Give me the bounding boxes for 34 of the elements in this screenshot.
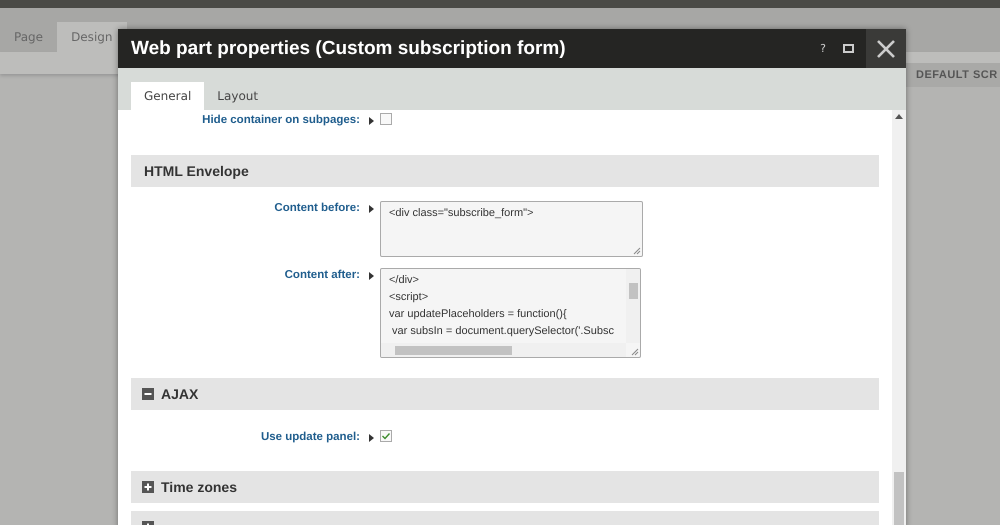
expand-icon[interactable] xyxy=(142,481,154,493)
scroll-thumb[interactable] xyxy=(894,472,904,525)
checkbox[interactable] xyxy=(380,113,392,125)
field-label: Content after: xyxy=(284,268,360,282)
scroll-up-icon[interactable] xyxy=(895,114,903,119)
category-title: Time zones xyxy=(161,479,237,495)
category-header[interactable]: HTML Envelope xyxy=(131,155,879,187)
category-title: HTML Envelope xyxy=(144,163,249,179)
text-area[interactable]: <div class="subscribe_form"> xyxy=(380,201,643,257)
dialog-tab[interactable]: General xyxy=(131,82,204,110)
field-label: Hide container on subpages: xyxy=(201,113,360,127)
resize-grip-icon[interactable] xyxy=(630,347,639,356)
category-header[interactable]: AJAX xyxy=(131,378,879,410)
expand-arrow-icon[interactable] xyxy=(369,272,374,280)
expand-arrow-icon[interactable] xyxy=(369,434,374,442)
close-icon[interactable] xyxy=(877,40,895,58)
resize-grip-icon[interactable] xyxy=(632,246,641,255)
collapse-icon[interactable] xyxy=(142,388,154,400)
help-button[interactable]: ? xyxy=(810,41,836,56)
checkbox[interactable] xyxy=(380,430,392,442)
text-area[interactable]: </div> <script> var updatePlaceholders = function(){ var subsIn = document.querySelector('.Subsc xyxy=(380,268,641,358)
dialog-title: Web part properties (Custom subscription form) xyxy=(130,38,567,60)
category-title: AJAX xyxy=(161,386,198,402)
field-label: Use update panel: xyxy=(260,430,360,444)
close-button[interactable] xyxy=(866,29,906,68)
scrollbar[interactable] xyxy=(892,110,906,525)
scroll-thumb[interactable] xyxy=(395,346,512,355)
scroll-thumb[interactable] xyxy=(629,283,638,299)
expand-arrow-icon[interactable] xyxy=(369,117,374,125)
category-header[interactable]: Time zones xyxy=(131,471,879,503)
field-label: Content before: xyxy=(273,201,360,215)
expand-arrow-icon[interactable] xyxy=(369,205,374,213)
dialog-tab[interactable]: Layout xyxy=(204,82,272,110)
maximize-icon[interactable] xyxy=(843,44,854,53)
